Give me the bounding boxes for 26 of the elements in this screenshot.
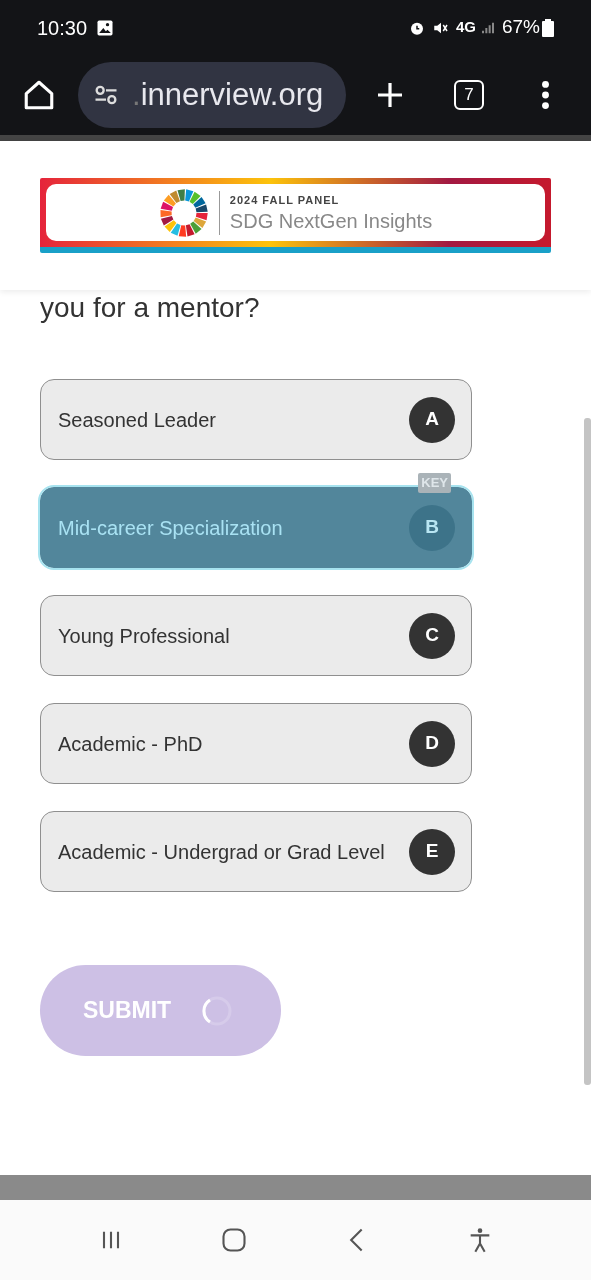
- home-icon: [22, 78, 56, 112]
- banner-kicker: 2024 FALL PANEL: [229, 193, 341, 209]
- letter-badge: A: [409, 396, 455, 443]
- banner-title: SDG NextGen Insights: [229, 208, 433, 233]
- status-time: 10:30: [37, 15, 88, 41]
- url-text: .innerview.org: [132, 75, 324, 114]
- battery-icon: [542, 18, 554, 37]
- answer-option[interactable]: Academic - Undergrad or Grad Level E: [40, 811, 472, 892]
- address-bar[interactable]: .innerview.org: [78, 62, 346, 128]
- scrollbar[interactable]: [584, 418, 591, 1085]
- more-icon: [542, 81, 549, 109]
- home-button-icon: [220, 1226, 249, 1254]
- letter-badge: B: [409, 504, 455, 551]
- letter-badge: D: [409, 720, 455, 767]
- question-text: you for a mentor?: [40, 292, 261, 324]
- logo-icon: [158, 187, 209, 238]
- spinner-icon: [201, 994, 234, 1027]
- answer-option[interactable]: Young Professional C: [40, 595, 472, 676]
- answer-option[interactable]: Seasoned Leader A: [40, 379, 472, 460]
- letter-badge: C: [409, 612, 455, 659]
- answer-option[interactable]: Academic - PhD D: [40, 703, 472, 784]
- battery-percent: 67%: [501, 15, 540, 40]
- answer-option[interactable]: Mid-career Specialization B: [40, 487, 472, 568]
- letter-badge: E: [409, 828, 455, 875]
- tab-count-button[interactable]: 7: [454, 80, 484, 110]
- network-label: 4G: [455, 17, 476, 38]
